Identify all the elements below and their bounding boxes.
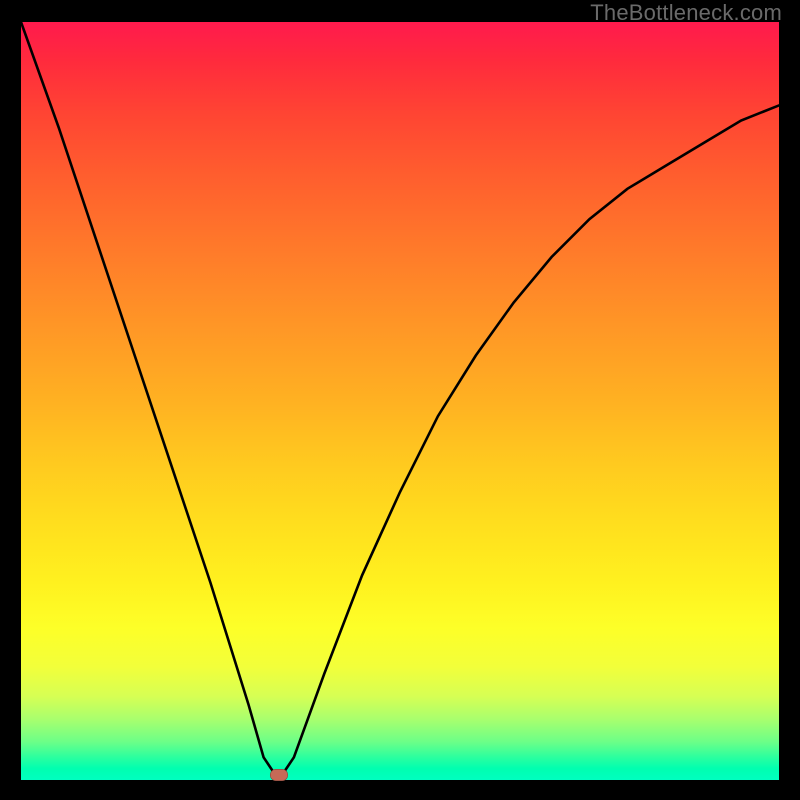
curve-layer xyxy=(21,22,779,780)
minimum-marker xyxy=(270,769,288,781)
bottleneck-curve xyxy=(21,22,779,780)
watermark-text: TheBottleneck.com xyxy=(590,0,782,26)
